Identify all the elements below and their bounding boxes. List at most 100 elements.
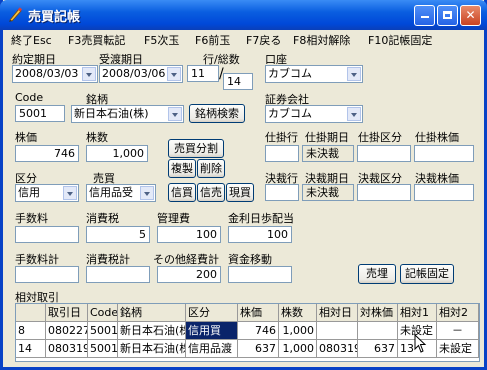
header-cell: 区分 <box>186 304 238 322</box>
line-input[interactable]: 11 <box>187 65 219 82</box>
main-window: 売買記帳 ✕ 終了Esc F3売買転記 F5次玉 F6前玉 F7戻る F8相対解… <box>0 0 487 370</box>
chevron-down-icon <box>140 186 154 200</box>
row-cell[interactable] <box>358 322 398 340</box>
price-label: 株価 <box>15 131 37 144</box>
shares-input[interactable]: 1,000 <box>86 145 148 162</box>
split-trade-button[interactable]: 売買分割 <box>168 139 224 158</box>
header-cell: 株価 <box>238 304 279 322</box>
row-cell[interactable] <box>317 322 358 340</box>
chevron-down-icon <box>82 67 96 81</box>
settle-kind-input[interactable] <box>357 184 411 201</box>
header-cell: 取引日 <box>46 304 88 322</box>
chevron-down-icon <box>347 107 361 121</box>
maximize-icon <box>443 11 452 19</box>
trade-select[interactable]: 信用品受 <box>86 184 156 202</box>
row-cell[interactable]: 5001 <box>88 340 118 358</box>
chevron-down-icon <box>167 67 181 81</box>
header-cell: 相対日 <box>317 304 358 322</box>
menu-prev[interactable]: F6前玉 <box>195 32 230 48</box>
row-cell[interactable]: 080319 <box>46 340 88 358</box>
account-select[interactable]: カブコム <box>265 65 363 83</box>
broker-select[interactable]: カブコム <box>265 105 363 123</box>
fix-entry-button[interactable]: 記帳固定 <box>400 264 454 284</box>
menu-trade-post[interactable]: F3売買転記 <box>68 32 125 48</box>
row-cell[interactable]: 1,000 <box>279 322 317 340</box>
delete-button[interactable]: 削除 <box>197 159 225 178</box>
stock-search-button[interactable]: 銘柄検索 <box>189 104 245 123</box>
sell-close-button[interactable]: 売埋 <box>358 264 396 284</box>
row-cell[interactable]: 1,000 <box>279 340 317 358</box>
relative-trade-table: 取引日 Code 銘柄 区分 株価 株数 相対日 対株価 相対1 相対2 8 0… <box>15 303 480 362</box>
mouse-cursor-icon <box>414 334 427 353</box>
code-input[interactable]: 5001 <box>15 105 65 122</box>
tax-label: 消費税 <box>86 212 119 225</box>
menu-back[interactable]: F7戻る <box>246 32 281 48</box>
fee-total-input[interactable] <box>15 266 79 283</box>
row-cell[interactable]: 637 <box>358 340 398 358</box>
pending-price-label: 仕掛株価 <box>415 131 459 144</box>
stock-select[interactable]: 新日本石油(株) <box>71 105 184 123</box>
menu-bar: 終了Esc F3売買転記 F5次玉 F6前玉 F7戻る F8相対解除 F10記帳… <box>3 30 484 48</box>
row-cell[interactable]: 未設定 <box>437 340 479 358</box>
tax-total-input[interactable] <box>86 266 150 283</box>
pending-date-field: 未決裁 <box>302 145 354 162</box>
other-expense-input[interactable]: 200 <box>157 266 221 283</box>
kind-value: 信用 <box>18 186 40 199</box>
margin-buy-button[interactable]: 信買 <box>168 183 196 202</box>
menu-release[interactable]: F8相対解除 <box>293 32 350 48</box>
pending-row-label: 仕掛行 <box>265 131 298 144</box>
row-cell[interactable]: 746 <box>238 322 279 340</box>
menu-next[interactable]: F5次玉 <box>144 32 179 48</box>
title-bar[interactable]: 売買記帳 ✕ <box>0 0 487 30</box>
row-cell[interactable]: 080227 <box>46 322 88 340</box>
row-cell[interactable]: 8 <box>16 322 46 340</box>
chevron-down-icon <box>168 107 182 121</box>
pending-row-input[interactable] <box>265 145 299 162</box>
mgmt-input[interactable]: 100 <box>157 226 221 243</box>
delivery-date-value: 2008/03/06 <box>102 67 166 80</box>
price-input[interactable]: 746 <box>15 145 79 162</box>
fee-input[interactable] <box>15 226 79 243</box>
contract-date-select[interactable]: 2008/03/03 <box>12 65 98 83</box>
kind-select[interactable]: 信用 <box>15 184 79 202</box>
shares-label: 株数 <box>86 131 108 144</box>
row-cell[interactable]: 637 <box>238 340 279 358</box>
header-cell: 銘柄 <box>118 304 186 322</box>
cash-move-input[interactable] <box>228 266 292 283</box>
account-value: カブコム <box>268 67 312 80</box>
header-cell: 相対1 <box>398 304 437 322</box>
settle-row-input[interactable] <box>265 184 299 201</box>
copy-button[interactable]: 複製 <box>168 159 196 178</box>
minimize-button[interactable] <box>414 5 435 26</box>
interest-label: 金利日歩配当 <box>228 212 294 225</box>
row-cell-selected[interactable]: 信用買 <box>186 322 238 340</box>
pending-date-label: 仕掛期日 <box>305 131 349 144</box>
close-button[interactable]: ✕ <box>460 5 481 26</box>
pending-kind-input[interactable] <box>357 145 411 162</box>
close-icon: ✕ <box>465 8 476 22</box>
row-cell[interactable]: 信用品渡 <box>186 340 238 358</box>
delivery-date-select[interactable]: 2008/03/06 <box>99 65 183 83</box>
row-cell[interactable]: － <box>437 322 479 340</box>
tax-input[interactable]: 5 <box>86 226 150 243</box>
menu-exit[interactable]: 終了Esc <box>11 32 52 48</box>
pending-price-input[interactable] <box>414 145 474 162</box>
interest-input[interactable]: 100 <box>228 226 292 243</box>
app-pen-icon <box>9 7 23 22</box>
row-cell[interactable]: 14 <box>16 340 46 358</box>
header-cell: 対株価 <box>358 304 398 322</box>
row-cell[interactable]: 新日本石油(株) <box>118 340 186 358</box>
settle-price-input[interactable] <box>414 184 474 201</box>
code-label: Code <box>15 91 44 104</box>
spot-buy-button[interactable]: 現買 <box>226 183 254 202</box>
trade-value: 信用品受 <box>89 186 133 199</box>
total-input[interactable]: 14 <box>223 73 253 90</box>
margin-sell-button[interactable]: 信売 <box>197 183 225 202</box>
maximize-button[interactable] <box>437 5 458 26</box>
row-cell[interactable]: 080319 <box>317 340 358 358</box>
row-cell[interactable]: 新日本石油(株) <box>118 322 186 340</box>
row-cell[interactable]: 5001 <box>88 322 118 340</box>
header-cell: 相対2 <box>437 304 479 322</box>
menu-fix[interactable]: F10記帳固定 <box>368 32 432 48</box>
broker-value: カブコム <box>268 107 312 120</box>
